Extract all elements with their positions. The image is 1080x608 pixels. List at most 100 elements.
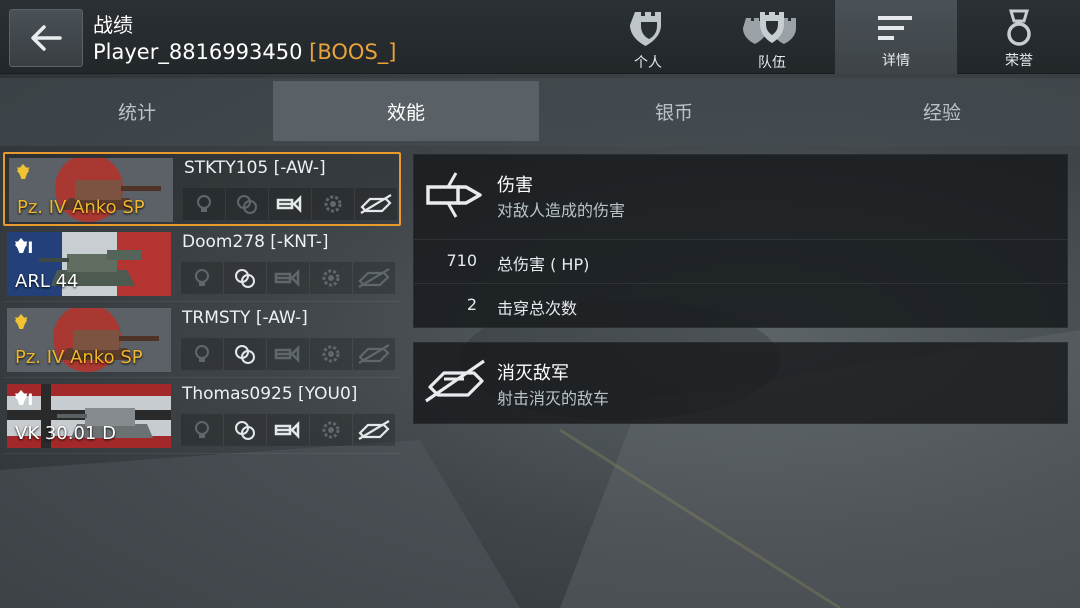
tank-destroyed-icon	[425, 359, 485, 403]
player-identity: Player_8816993450 [BOOS_]	[93, 38, 396, 66]
medal-slot	[267, 338, 310, 370]
tank-destroyed-icon	[358, 344, 390, 364]
tier-label: VI	[15, 390, 33, 409]
shell-damage-icon	[426, 172, 482, 218]
kills-panel-header: 消灭敌军 射击消灭的敌车	[414, 343, 1067, 423]
stat-value: 710	[446, 251, 477, 270]
shell-damage-icon	[276, 194, 302, 214]
back-button[interactable]	[9, 9, 83, 67]
medal-slot	[269, 188, 312, 220]
stat-row-total-damage: 710 总伤害 ( HP)	[414, 239, 1067, 283]
player-row[interactable]: VI ARL 44 Doom278 [-KNT-]	[3, 228, 401, 302]
medal-slot	[224, 414, 267, 446]
nav-label-personal: 个人	[634, 55, 662, 71]
row-player-name: STKTY105 [-AW-]	[184, 158, 326, 178]
medal-slot	[355, 188, 397, 220]
player-row[interactable]: VI VK 30.01 D Thomas0925 [YOU0]	[3, 380, 401, 454]
lightbulb-icon	[195, 269, 209, 286]
page-title: 战绩	[93, 13, 133, 37]
medal-slot	[181, 262, 224, 294]
arrow-left-icon	[31, 25, 62, 51]
lightbulb-icon	[195, 345, 209, 362]
medal-strip	[183, 188, 397, 220]
tank-card: V Pz. IV Anko SP	[7, 308, 171, 372]
nav-tab-honor[interactable]: 荣誉	[958, 0, 1080, 74]
medal-slot	[310, 338, 353, 370]
tank-card: V Pz. IV Anko SP	[9, 158, 173, 222]
stat-label: 总伤害 ( HP)	[497, 255, 590, 274]
damage-title: 伤害	[497, 175, 533, 196]
gear-icon	[322, 421, 340, 439]
medal-slot	[353, 338, 395, 370]
repair-link-icon	[235, 345, 255, 364]
tier-diamond-icon	[15, 238, 27, 252]
stat-value: 2	[466, 295, 477, 314]
player-name: Player_8816993450	[93, 40, 303, 64]
medal-slot	[181, 414, 224, 446]
premium-diamond-icon	[15, 314, 27, 328]
row-player-name: TRMSTY [-AW-]	[182, 308, 308, 328]
tank-card: VI VK 30.01 D	[7, 384, 171, 448]
damage-panel: 伤害 对敌人造成的伤害 710 总伤害 ( HP) 2 击穿总次数	[413, 154, 1068, 328]
tier-label: VI	[15, 238, 33, 257]
medal-slot	[267, 262, 310, 294]
nav-tab-details[interactable]: 详情	[835, 0, 957, 74]
shell-damage-icon	[274, 344, 300, 364]
stat-label: 击穿总次数	[497, 299, 578, 318]
tank-card: VI ARL 44	[7, 232, 171, 296]
premium-diamond-icon	[17, 164, 29, 178]
nav-tab-team[interactable]: 队伍	[711, 0, 833, 74]
team-emblem-icon	[743, 12, 796, 44]
kills-panel: 消灭敌军 射击消灭的敌车	[413, 342, 1068, 424]
nav-tab-personal[interactable]: 个人	[587, 0, 709, 74]
nav-label-team: 队伍	[758, 55, 786, 71]
medal-slot	[353, 414, 395, 446]
subtab-stats[interactable]: 统计	[4, 81, 270, 141]
medal-slot	[310, 414, 353, 446]
tier-label: V	[15, 314, 27, 333]
nav-label-honor: 荣誉	[1005, 53, 1033, 69]
gear-icon	[322, 345, 340, 363]
medal-slot	[183, 188, 226, 220]
tank-destroyed-icon	[358, 268, 390, 288]
repair-link-icon	[235, 421, 255, 440]
medal-slot	[181, 338, 224, 370]
personal-emblem-icon	[630, 12, 661, 46]
medal-slot	[353, 262, 395, 294]
tank-name: VK 30.01 D	[15, 423, 116, 444]
player-clan-tag: [BOOS_]	[309, 40, 397, 64]
honor-medal-icon	[1007, 9, 1031, 46]
tier-diamond-icon	[15, 390, 27, 404]
stat-row-penetrations: 2 击穿总次数	[414, 283, 1067, 327]
shell-damage-icon	[274, 420, 300, 440]
player-row[interactable]: V Pz. IV Anko SP STKTY105 [-AW-]	[3, 152, 401, 226]
medal-slot	[267, 414, 310, 446]
subtab-experience[interactable]: 经验	[809, 81, 1075, 141]
medal-slot	[312, 188, 355, 220]
shell-damage-icon	[274, 268, 300, 288]
details-lines-icon	[878, 16, 912, 40]
tank-destroyed-icon	[358, 420, 390, 440]
player-row[interactable]: V Pz. IV Anko SP TRMSTY [-AW-]	[3, 304, 401, 378]
gear-icon	[324, 195, 342, 213]
damage-subtitle: 对敌人造成的伤害	[497, 201, 626, 220]
header-bar: 战绩 Player_8816993450 [BOOS_] 个人 队伍 详情 荣誉	[0, 0, 1080, 74]
subtab-silver[interactable]: 银币	[541, 81, 807, 141]
tank-name: Pz. IV Anko SP	[15, 347, 143, 368]
medal-slot	[224, 338, 267, 370]
lightbulb-icon	[195, 421, 209, 438]
repair-link-icon	[235, 269, 255, 288]
tank-name: ARL 44	[15, 271, 79, 292]
title-block: 战绩 Player_8816993450 [BOOS_]	[93, 12, 396, 66]
tier-label: V	[17, 164, 29, 183]
medal-strip	[181, 262, 395, 294]
lightbulb-icon	[197, 195, 211, 212]
medal-slot	[226, 188, 269, 220]
row-player-name: Doom278 [-KNT-]	[182, 232, 329, 252]
repair-link-icon	[237, 195, 257, 214]
kills-subtitle: 射击消灭的敌车	[497, 389, 610, 408]
subtab-bar: 统计 效能 银币 经验	[0, 78, 1080, 146]
subtab-efficiency[interactable]: 效能	[273, 81, 539, 141]
medal-strip	[181, 414, 395, 446]
tank-name: Pz. IV Anko SP	[17, 197, 145, 218]
